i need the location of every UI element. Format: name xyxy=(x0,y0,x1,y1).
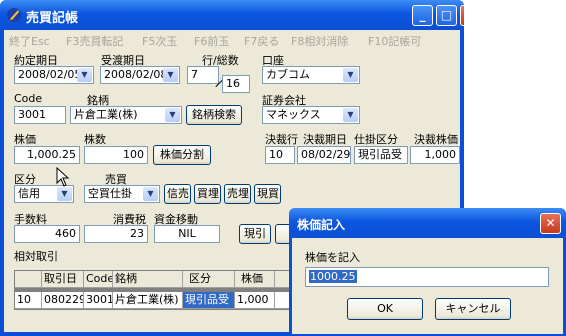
ok-button[interactable]: OK xyxy=(347,298,423,320)
chevron-down-icon[interactable]: ▼ xyxy=(77,68,92,82)
brand-select[interactable]: 片倉工業(株) ▼ xyxy=(70,106,182,124)
minimize-icon: _ xyxy=(419,8,426,22)
table-header-cell: Code xyxy=(84,271,113,288)
table-cell[interactable]: 3001 xyxy=(84,292,113,309)
chevron-down-icon[interactable]: ▼ xyxy=(57,187,72,201)
shares-field[interactable]: 100 xyxy=(84,146,148,164)
table-cell[interactable]: 080229 xyxy=(42,292,84,309)
title-bar[interactable]: 売買記帳 _ □ ✕ xyxy=(0,0,464,30)
maximize-button[interactable]: □ xyxy=(436,5,457,26)
code-label: Code xyxy=(14,92,43,105)
delivery-date-select[interactable]: 2008/02/08 ▼ xyxy=(100,66,180,84)
menu-relative-clear[interactable]: F8相対消除 xyxy=(291,33,348,49)
settlement-type-field: 現引品受 xyxy=(354,146,408,164)
menu-recordable[interactable]: F10記帳可 xyxy=(368,33,421,49)
code-field[interactable]: 3001 xyxy=(14,106,66,124)
menu-transfer[interactable]: F3売買転記 xyxy=(66,33,123,49)
chevron-down-icon[interactable]: ▼ xyxy=(343,108,358,122)
trade-table: 取引日 Code 銘柄 区分 株価 10 080229 3001 片倉工業(株)… xyxy=(14,270,314,310)
table-header-cell xyxy=(15,271,42,288)
buy-close-button[interactable]: 買埋 xyxy=(194,184,221,204)
table-header-cell: 株価 xyxy=(235,271,275,288)
table-cell[interactable]: 10 xyxy=(15,292,42,309)
minimize-button[interactable]: _ xyxy=(412,5,433,26)
table-cell[interactable]: 1,000 xyxy=(235,292,275,309)
dialog-title: 株価記入 xyxy=(297,218,346,232)
window-title: 売買記帳 xyxy=(26,11,79,26)
settlement-price-label: 決裁株価 xyxy=(414,133,458,146)
maximize-icon: □ xyxy=(440,8,453,22)
table-cell-selected[interactable]: 現引品受 xyxy=(183,292,235,309)
trade-select[interactable]: 空買仕掛 ▼ xyxy=(84,185,160,203)
settlement-type-label: 仕掛区分 xyxy=(354,133,398,146)
relative-trade-label: 相対取引 xyxy=(14,250,58,263)
cancel-button[interactable]: キャンセル xyxy=(435,298,511,320)
menu-prev[interactable]: F6前玉 xyxy=(194,33,229,49)
chevron-down-icon[interactable]: ▼ xyxy=(165,108,180,122)
price-field[interactable]: 1,000.25 xyxy=(14,146,80,164)
table-header-cell: 銘柄 xyxy=(113,271,183,288)
shares-label: 株数 xyxy=(84,133,106,146)
split-button[interactable]: 株価分割 xyxy=(153,145,211,165)
spot-pull-button[interactable]: 現引 xyxy=(239,224,271,244)
dialog-client-area: 株価を記入 1000.25 OK キャンセル xyxy=(292,238,563,334)
close-button[interactable]: ✕ xyxy=(460,5,464,26)
price-input[interactable]: 1000.25 xyxy=(305,267,549,287)
app-icon xyxy=(6,7,22,23)
table-header-cell: 取引日 xyxy=(42,271,84,288)
sell-close-button[interactable]: 売埋 xyxy=(224,184,251,204)
dialog-close-button[interactable]: ✕ xyxy=(540,213,561,234)
chevron-down-icon[interactable]: ▼ xyxy=(163,68,178,82)
menu-next[interactable]: F5次玉 xyxy=(142,33,177,49)
chevron-down-icon[interactable]: ▼ xyxy=(143,187,158,201)
table-header-cell: 区分 xyxy=(183,271,235,288)
settlement-line-label: 決裁行 xyxy=(265,133,298,146)
fee-field[interactable]: 460 xyxy=(14,225,80,243)
dialog-prompt: 株価を記入 xyxy=(305,251,360,264)
short-close-button[interactable]: 信売 xyxy=(164,184,191,204)
settlement-line-field: 10 xyxy=(265,146,295,164)
tax-field[interactable]: 23 xyxy=(84,225,148,243)
line-field[interactable]: 7 xyxy=(187,66,219,84)
securities-company-select[interactable]: マネックス ▼ xyxy=(262,106,360,124)
price-entry-dialog: 株価記入 ✕ 株価を記入 1000.25 OK キャンセル xyxy=(289,208,566,336)
fund-transfer-field[interactable]: NIL xyxy=(154,225,220,243)
settlement-date-label: 決裁期日 xyxy=(303,133,347,146)
price-label: 株価 xyxy=(14,133,36,146)
brand-search-button[interactable]: 銘柄検索 xyxy=(186,105,242,125)
menu-back[interactable]: F7戻る xyxy=(244,33,279,49)
account-select[interactable]: カブコム ▼ xyxy=(262,66,360,84)
menu-exit[interactable]: 終了Esc xyxy=(9,33,50,49)
dialog-title-bar[interactable]: 株価記入 ✕ xyxy=(289,208,566,238)
close-icon: ✕ xyxy=(545,216,556,230)
mouse-cursor-icon xyxy=(56,166,70,187)
spot-buy-button[interactable]: 現買 xyxy=(254,184,281,204)
settlement-price-field: 1,000 xyxy=(410,146,460,164)
settlement-date-field: 08/02/29 xyxy=(297,146,351,164)
total-field: 16 xyxy=(222,75,250,93)
contract-date-select[interactable]: 2008/02/05 ▼ xyxy=(14,66,94,84)
chevron-down-icon[interactable]: ▼ xyxy=(343,68,358,82)
category-select[interactable]: 信用 ▼ xyxy=(14,185,74,203)
table-cell[interactable]: 片倉工業(株) xyxy=(113,292,183,309)
